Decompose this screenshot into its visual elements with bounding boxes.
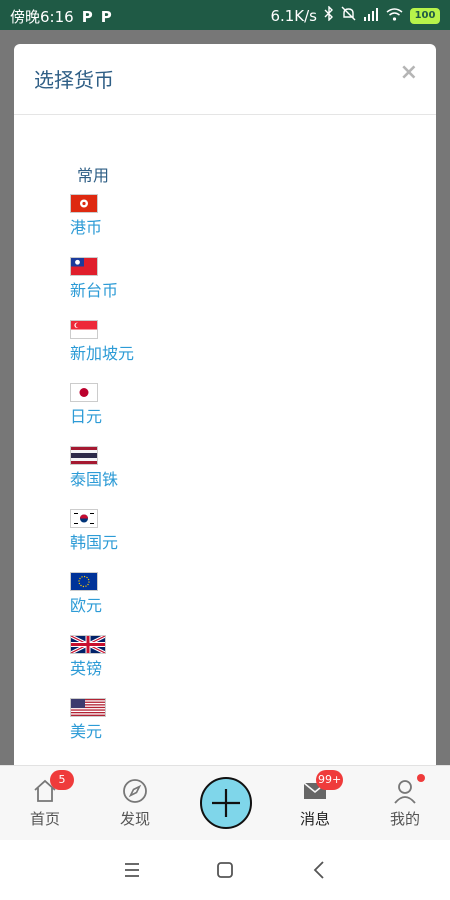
system-nav-bar bbox=[0, 840, 450, 900]
currency-name: 韩国元 bbox=[70, 533, 119, 552]
signal-icon bbox=[363, 7, 379, 25]
bluetooth-icon bbox=[324, 5, 334, 25]
nav-label: 首页 bbox=[29, 810, 60, 828]
currency-name: 日元 bbox=[70, 407, 103, 426]
battery-icon: 100 bbox=[410, 7, 440, 24]
modal-header: 选择货币 × bbox=[14, 44, 436, 115]
eu-flag-icon bbox=[70, 572, 98, 591]
bottom-nav: 5 首页 发现 99+ 消息 我的 bbox=[0, 765, 450, 841]
messages-badge: 99+ bbox=[316, 770, 344, 790]
nav-item-discover[interactable]: 发现 bbox=[100, 766, 170, 841]
app-notification-icon: P bbox=[81, 7, 93, 26]
plus-icon bbox=[202, 789, 250, 831]
home-button-icon[interactable] bbox=[213, 858, 237, 882]
currency-name: 英镑 bbox=[70, 659, 103, 678]
close-icon[interactable]: × bbox=[400, 60, 418, 85]
us-flag-icon bbox=[70, 698, 106, 717]
menu-icon[interactable] bbox=[120, 858, 144, 882]
status-time: 傍晚6:16 bbox=[10, 8, 74, 26]
modal-title: 选择货币 bbox=[34, 68, 114, 92]
currency-name: 新台币 bbox=[70, 281, 119, 300]
back-icon[interactable] bbox=[308, 858, 332, 882]
currency-name: 港币 bbox=[70, 218, 103, 237]
compass-icon bbox=[122, 778, 148, 804]
section-label-common: 常用 bbox=[77, 166, 110, 185]
status-bar: 傍晚6:16 P P 6.1K/s 100 bbox=[0, 0, 450, 30]
nav-item-home[interactable]: 5 首页 bbox=[10, 766, 80, 841]
notification-dot bbox=[417, 774, 425, 782]
currency-select-modal: 选择货币 × 常用 港币 新台币 新加坡元 日元 泰国铢 韩国元 欧元 英镑 美… bbox=[14, 44, 436, 784]
currency-name: 美元 bbox=[70, 722, 103, 741]
nav-label: 发现 bbox=[119, 810, 150, 828]
wifi-icon bbox=[386, 7, 403, 25]
taiwan-flag-icon bbox=[70, 257, 98, 276]
nav-label: 我的 bbox=[389, 810, 420, 828]
status-left: 傍晚6:16 P P bbox=[10, 6, 112, 27]
currency-name: 泰国铢 bbox=[70, 470, 119, 489]
home-badge: 5 bbox=[50, 770, 74, 790]
nav-item-mine[interactable]: 我的 bbox=[370, 766, 440, 841]
add-button[interactable] bbox=[200, 777, 252, 829]
japan-flag-icon bbox=[70, 383, 98, 402]
app-notification-icon: P bbox=[100, 7, 112, 26]
mute-icon bbox=[341, 6, 356, 25]
thailand-flag-icon bbox=[70, 446, 98, 465]
network-speed: 6.1K/s bbox=[270, 6, 317, 25]
status-right: 6.1K/s 100 bbox=[270, 5, 440, 25]
user-icon bbox=[392, 778, 418, 804]
nav-label: 消息 bbox=[299, 810, 330, 828]
uk-flag-icon bbox=[70, 635, 106, 654]
currency-name: 欧元 bbox=[70, 596, 103, 615]
nav-item-messages[interactable]: 99+ 消息 bbox=[280, 766, 350, 841]
currency-name: 新加坡元 bbox=[70, 344, 135, 363]
south-korea-flag-icon bbox=[70, 509, 98, 528]
singapore-flag-icon bbox=[70, 320, 98, 339]
hong-kong-flag-icon bbox=[70, 194, 98, 213]
